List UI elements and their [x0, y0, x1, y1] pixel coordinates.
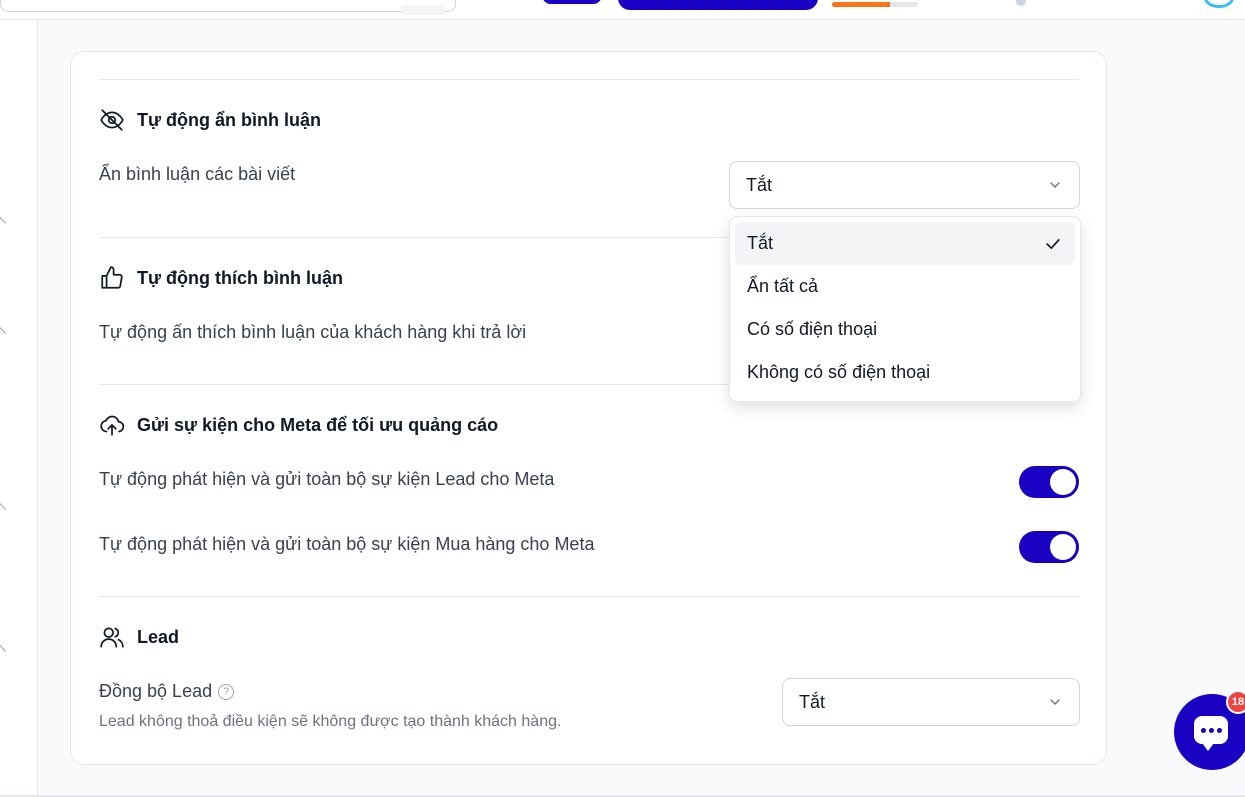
settings-card: Tự động ẩn bình luận Ẩn bình luận các bà… [70, 51, 1107, 765]
option-label: Không có số điện thoại [747, 362, 931, 382]
select-value: Tắt [746, 174, 773, 195]
shortcut-hint [401, 5, 445, 15]
section-title-text: Gửi sự kiện cho Meta để tối ưu quảng cáo [137, 414, 499, 435]
auto-like-label: Tự động ấn thích bình luận của khách hàn… [99, 322, 527, 342]
section-title-auto-like: Tự động thích bình luận [99, 265, 343, 291]
question-circle-icon[interactable]: ? [218, 684, 235, 701]
divider [99, 79, 1079, 80]
meta-lead-toggle[interactable] [1019, 466, 1079, 498]
dropdown-option-has-phone[interactable]: Có số điện thoại [735, 308, 1075, 351]
cloud-upload-icon [100, 415, 125, 436]
meta-lead-label: Tự động phát hiện và gửi toàn bộ sự kiện… [99, 469, 555, 489]
section-title-text: Tự động thích bình luận [137, 267, 343, 288]
lead-sync-description: Lead không thoả điều kiện sẽ không được … [99, 713, 562, 730]
users-icon [100, 627, 124, 648]
header-progress-bar [832, 2, 918, 7]
divider [99, 596, 1079, 597]
notification-badge: 18 [1226, 690, 1245, 714]
header-indicator [1016, 0, 1026, 6]
dot [1217, 728, 1222, 733]
auto-hide-label: Ẩn bình luận các bài viết [99, 164, 296, 184]
chevron-down-icon [1050, 699, 1060, 705]
header-toggle[interactable] [542, 0, 602, 4]
dropdown-option-hide-all[interactable]: Ẩn tất cả [735, 265, 1075, 308]
check-icon [1046, 238, 1060, 249]
section-title-lead: Lead [99, 624, 179, 650]
select-value: Tắt [799, 691, 826, 712]
section-title-text: Tự động ẩn bình luận [137, 109, 322, 130]
dropdown-option-no-phone[interactable]: Không có số điện thoại [735, 351, 1075, 394]
thumbs-up-icon [101, 266, 123, 289]
chat-bubble-icon [1194, 716, 1228, 751]
meta-purchase-label: Tự động phát hiện và gửi toàn bộ sự kiện… [99, 534, 595, 554]
auto-hide-select[interactable]: Tắt [729, 161, 1080, 209]
sidebar [0, 20, 38, 797]
toggle-knob [1050, 534, 1076, 560]
toggle-knob [1050, 469, 1076, 495]
chat-widget-button[interactable]: 18 [1174, 690, 1245, 770]
chevron-up-icon[interactable] [0, 501, 7, 517]
section-title-meta-events: Gửi sự kiện cho Meta để tối ưu quảng cáo [99, 412, 498, 438]
progress-fill [832, 2, 890, 7]
section-title-auto-hide: Tự động ẩn bình luận [99, 107, 321, 133]
chevron-up-icon[interactable] [0, 215, 7, 231]
eye-off-icon [100, 109, 124, 131]
dot [1201, 728, 1206, 733]
dropdown-option-off[interactable]: Tắt [735, 222, 1075, 265]
chevron-down-icon [1050, 182, 1060, 188]
header-primary-button[interactable] [618, 0, 818, 10]
lead-sync-label-text: Đồng bộ Lead [99, 681, 213, 701]
top-header [0, 0, 1245, 20]
option-label: Tắt [747, 233, 774, 253]
auto-hide-dropdown-menu: Tắt Ẩn tất cả Có số điện thoại Không có … [729, 216, 1081, 402]
chevron-up-icon[interactable] [0, 643, 7, 659]
option-label: Ẩn tất cả [747, 276, 819, 296]
lead-sync-label: Đồng bộ Lead? [99, 681, 235, 702]
option-label: Có số điện thoại [747, 319, 878, 339]
search-input[interactable] [0, 0, 456, 15]
dot [1209, 728, 1214, 733]
chevron-up-icon[interactable] [0, 325, 7, 341]
section-title-text: Lead [137, 626, 180, 647]
meta-purchase-toggle[interactable] [1019, 531, 1079, 563]
lead-sync-select[interactable]: Tắt [782, 678, 1080, 726]
app-logo-icon[interactable] [1204, 0, 1234, 8]
